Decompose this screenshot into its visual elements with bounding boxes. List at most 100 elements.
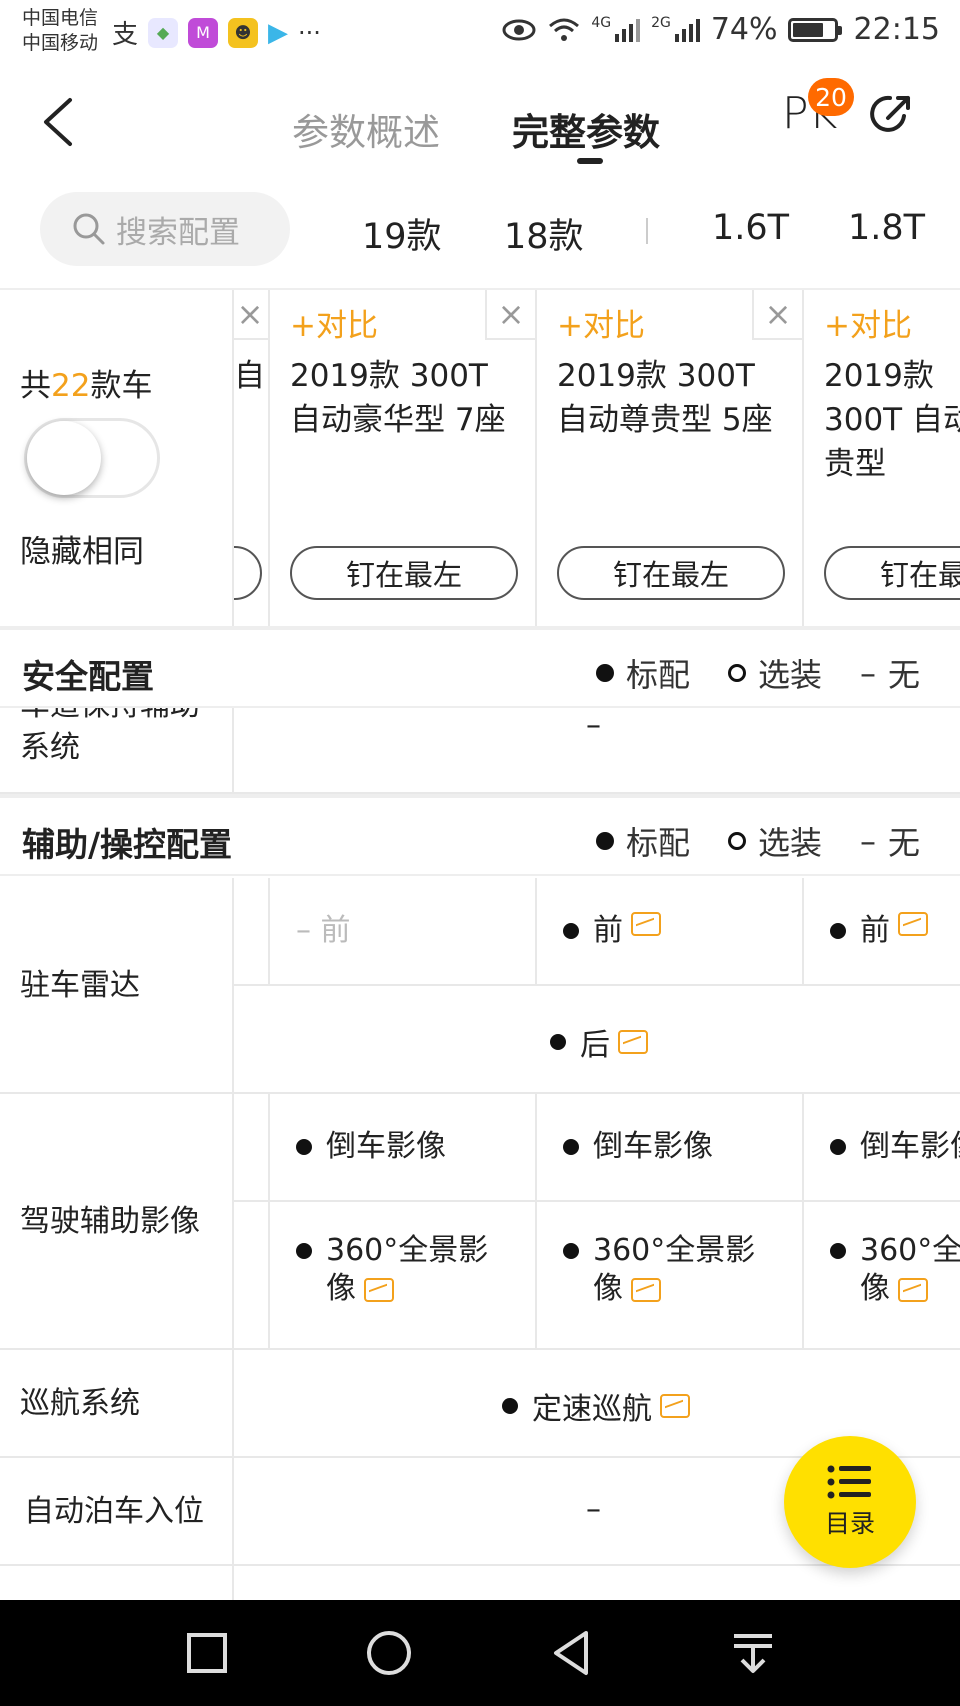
row-label-text-top: 车道保持辅助	[20, 708, 200, 726]
video-app-icon: ▶	[268, 17, 289, 48]
search-placeholder: 搜索配置	[116, 214, 240, 251]
legend: 标配 选装 – 无	[558, 650, 920, 696]
standard-dot-icon	[563, 1243, 579, 1259]
legend: 标配 选装 – 无	[558, 818, 920, 864]
game-icon: ◆	[148, 17, 179, 48]
table-cell: 倒车影像	[804, 1094, 960, 1202]
catalog-button[interactable]: 目录	[784, 1436, 916, 1568]
image-icon[interactable]	[631, 912, 661, 936]
carrier-1: 中国电信	[22, 7, 99, 29]
row-label-text: 系统	[20, 730, 80, 765]
row-label: 驻车雷达	[0, 878, 234, 1092]
pin-left-button[interactable]: 钉在最左	[290, 546, 518, 600]
pin-button-partial[interactable]	[234, 546, 262, 600]
back-arrow-icon[interactable]	[30, 90, 90, 154]
car-name: 2019款 300T 自动尊贵型 5座	[557, 358, 773, 438]
car-name: 2019款 300T 自动豪华型 7座	[290, 358, 506, 438]
car-column-1: +对比 × 2019款 300T 自动豪华型 7座 钉在最左	[270, 290, 537, 630]
cell-partial	[234, 1202, 270, 1350]
standard-dot-icon	[563, 923, 579, 939]
signal-icon-2	[674, 18, 700, 42]
standard-dot-icon	[830, 1243, 846, 1259]
table-cell: 360°全景影像	[804, 1202, 960, 1350]
filter-row: 搜索配置 19款 18款 1.6T 1.8T	[0, 178, 960, 288]
pk-count-badge: 20	[808, 78, 854, 116]
cell-value: – 前	[296, 913, 351, 948]
status-right: 4G 2G 74% 22:15	[501, 12, 940, 47]
pin-left-button[interactable]: 钉在最左	[557, 546, 785, 600]
row-label: 自动泊车入位	[0, 1458, 234, 1564]
total-count: 22	[51, 368, 91, 404]
home-icon[interactable]	[362, 1626, 416, 1680]
system-nav-bar	[0, 1600, 960, 1706]
tab-full-params[interactable]: 完整参数	[512, 102, 660, 156]
table-cell: 倒车影像	[270, 1094, 537, 1202]
image-icon[interactable]	[364, 1277, 394, 1302]
row-label: 驾驶辅助影像	[0, 1094, 234, 1348]
filter-18[interactable]: 18款	[504, 208, 584, 259]
recent-apps-icon[interactable]	[180, 1626, 234, 1680]
alipay-icon: 支	[112, 20, 139, 50]
active-tab-indicator	[577, 158, 603, 164]
row-label	[0, 1566, 234, 1600]
pin-left-button[interactable]: 钉在最左	[824, 546, 960, 600]
total-cars: 共22款车	[20, 368, 153, 404]
table-row-cruise: 巡航系统 定速巡航	[0, 1350, 960, 1458]
section-title: 安全配置	[22, 657, 154, 696]
standard-dot-icon	[563, 1139, 579, 1155]
compare-add-button[interactable]: +对比	[290, 300, 378, 345]
filter-19[interactable]: 19款	[362, 208, 442, 259]
standard-dot-icon	[830, 923, 846, 939]
share-icon[interactable]	[868, 90, 916, 138]
notification-icons: 支 ◆ M ☻ ▶ ···	[112, 14, 321, 51]
status-bar: 中国电信 中国移动 支 ◆ M ☻ ▶ ··· 4G 2G 74% 22:15	[0, 0, 960, 68]
notification-pull-icon[interactable]	[726, 1626, 780, 1680]
standard-dot-icon	[502, 1398, 518, 1414]
m-app-icon: M	[188, 17, 219, 48]
back-icon[interactable]	[546, 1626, 600, 1680]
image-icon[interactable]	[618, 1030, 648, 1054]
row-label: 巡航系统	[0, 1350, 234, 1456]
optional-circle-icon	[727, 664, 746, 682]
table-cell: 360°全景影像	[537, 1202, 804, 1350]
standard-dot-icon	[550, 1034, 566, 1050]
eye-icon	[502, 19, 536, 40]
row-value: –	[586, 708, 601, 743]
car-column-3: +对比 2019款 300T 自动尊贵型 钉在最左	[804, 290, 960, 630]
table-cell: 倒车影像	[537, 1094, 804, 1202]
tab-overview[interactable]: 参数概述	[292, 102, 440, 156]
table-cell: – 前	[270, 878, 537, 986]
wifi-icon	[549, 18, 580, 41]
carrier-2: 中国移动	[22, 32, 99, 54]
compare-add-button[interactable]: +对比	[557, 300, 645, 345]
image-icon[interactable]	[898, 912, 928, 936]
car-column-partial: × 自	[234, 290, 270, 630]
top-header: 参数概述 完整参数 PK 20	[0, 68, 960, 178]
battery-percent: 74%	[710, 12, 778, 47]
image-icon[interactable]	[660, 1394, 690, 1418]
network-4g-label: 4G	[591, 14, 612, 31]
hide-same-toggle[interactable]	[24, 418, 160, 498]
face-app-icon: ☻	[228, 17, 259, 48]
image-icon[interactable]	[898, 1277, 928, 1302]
filter-1-8t[interactable]: 1.8T	[848, 208, 925, 248]
table-cell: 360°全景影像	[270, 1202, 537, 1350]
hide-same-label: 隐藏相同	[20, 534, 144, 570]
section-header-safety: 安全配置 标配 选装 – 无	[0, 626, 960, 708]
compare-add-button[interactable]: +对比	[824, 300, 912, 345]
table-row-partial	[0, 1566, 960, 1600]
battery-icon	[787, 17, 842, 42]
image-icon[interactable]	[631, 1277, 661, 1302]
filter-1-6t[interactable]: 1.6T	[712, 208, 789, 248]
remove-car-close-icon[interactable]: ×	[485, 290, 535, 340]
standard-dot-icon	[296, 1139, 312, 1155]
catalog-label: 目录	[824, 1509, 875, 1538]
table-row-lane-keep: 车道保持辅助 系统 –	[0, 708, 960, 794]
remove-car-partial-close-icon[interactable]: ×	[234, 290, 268, 340]
search-input[interactable]: 搜索配置	[40, 192, 290, 266]
rear-value: 后	[550, 1020, 648, 1064]
remove-car-close-icon[interactable]: ×	[752, 290, 802, 340]
auto-park-value: –	[586, 1492, 601, 1527]
section-title: 辅助/操控配置	[22, 825, 233, 864]
car-count-panel: 共22款车 隐藏相同	[0, 290, 234, 630]
